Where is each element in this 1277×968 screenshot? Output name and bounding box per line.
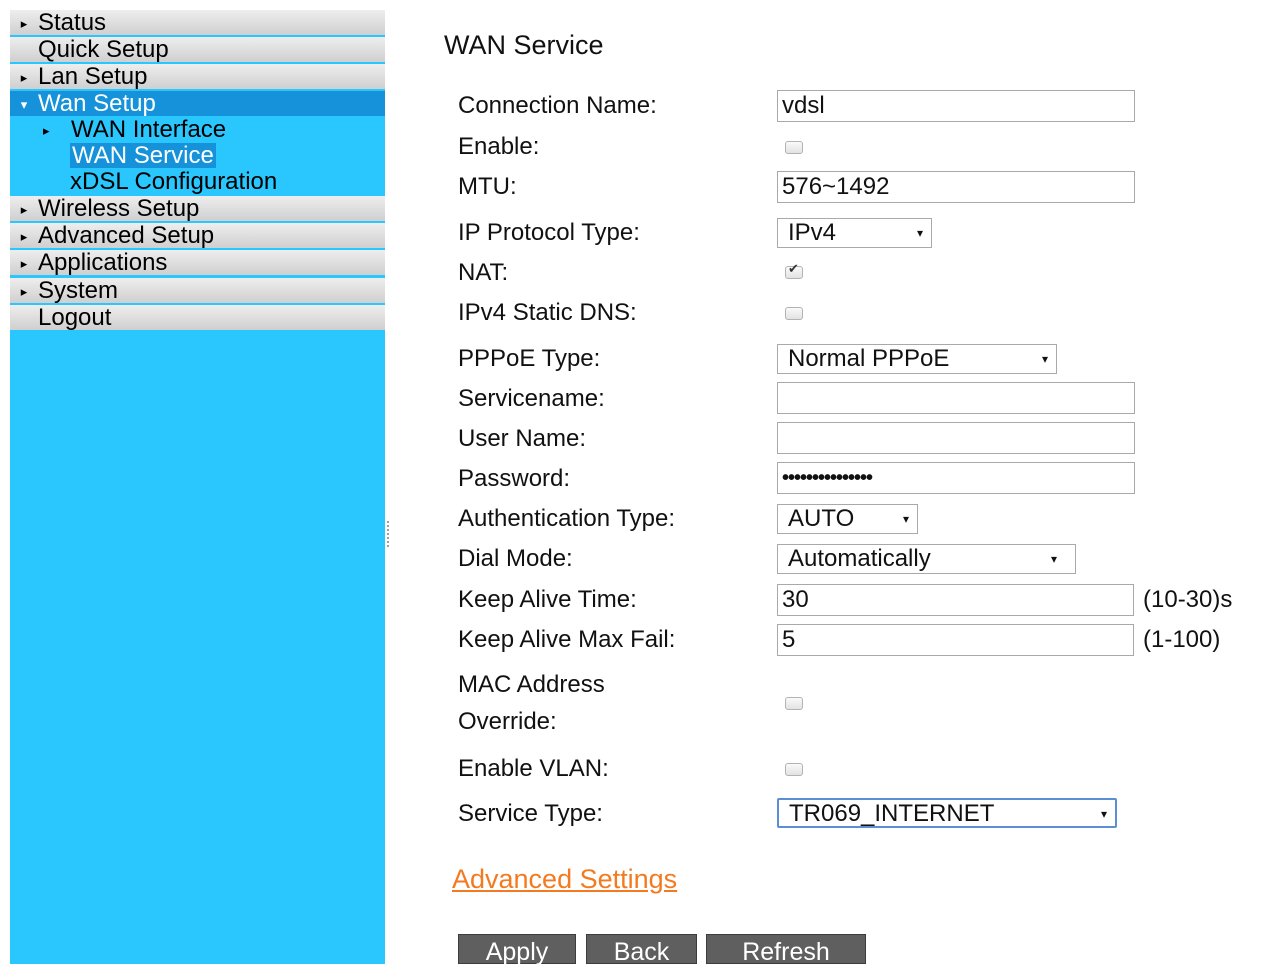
keep-alive-time-input[interactable] — [777, 584, 1134, 616]
expand-arrow-icon: ▸ — [20, 256, 28, 272]
sidebar-item-label: Lan Setup — [38, 63, 148, 90]
dropdown-caret-icon: ▾ — [1050, 552, 1057, 566]
sidebar-subitem-label: WAN Service — [72, 142, 214, 169]
ipv4-static-dns-label: IPv4 Static DNS: — [458, 299, 637, 326]
password-label: Password: — [458, 465, 571, 492]
ip-protocol-type-value: IPv4 — [788, 219, 837, 246]
dropdown-caret-icon: ▾ — [1041, 352, 1048, 366]
service-type-value: TR069_INTERNET — [789, 800, 995, 827]
dial-mode-value: Automatically — [788, 545, 931, 572]
expand-arrow-icon: ▸ — [20, 284, 28, 300]
dial-mode-select[interactable]: Automatically ▾ — [777, 544, 1076, 574]
sidebar-subitem-wan-service[interactable]: WAN Service — [70, 143, 216, 168]
dropdown-caret-icon: ▾ — [902, 512, 909, 526]
authentication-type-label: Authentication Type: — [458, 505, 676, 532]
ipv4-static-dns-checkbox[interactable] — [785, 307, 803, 320]
connection-name-input[interactable] — [777, 90, 1135, 122]
sidebar-subitem-xdsl-configuration[interactable]: xDSL Configuration — [70, 169, 277, 194]
enable-label: Enable: — [458, 133, 540, 160]
advanced-settings-link[interactable]: Advanced Settings — [452, 864, 677, 895]
nat-label: NAT: — [458, 259, 509, 286]
keep-alive-time-range: (10-30)s — [1143, 586, 1233, 613]
sidebar-item-label: System — [38, 277, 119, 304]
servicename-input[interactable] — [777, 382, 1135, 414]
keep-alive-max-fail-label: Keep Alive Max Fail: — [458, 626, 676, 653]
sidebar-item-logout[interactable]: Logout — [10, 305, 385, 330]
expand-arrow-icon: ▸ — [20, 70, 28, 86]
sidebar-item-label: Wireless Setup — [38, 195, 200, 222]
pppoe-type-select[interactable]: Normal PPPoE ▾ — [777, 344, 1057, 374]
sidebar-item-applications[interactable]: ▸ Applications — [10, 250, 385, 275]
mac-address-override-label-line2: Override: — [458, 708, 557, 735]
sidebar-item-advanced-setup[interactable]: ▸ Advanced Setup — [10, 223, 385, 248]
dropdown-caret-icon: ▾ — [916, 226, 923, 240]
sidebar-item-label: Quick Setup — [38, 36, 169, 63]
pppoe-type-label: PPPoE Type: — [458, 345, 601, 372]
sidebar-item-status[interactable]: ▸ Status — [10, 10, 385, 35]
expand-arrow-icon: ▸ — [20, 16, 28, 32]
sidebar-item-wireless-setup[interactable]: ▸ Wireless Setup — [10, 196, 385, 221]
sidebar-subitem-wan-interface[interactable]: ▸ WAN Interface — [43, 117, 226, 142]
sidebar-subitem-label: xDSL Configuration — [70, 168, 278, 195]
enable-vlan-checkbox[interactable] — [785, 763, 803, 776]
page-title: WAN Service — [444, 30, 604, 60]
expand-arrow-icon: ▸ — [43, 123, 50, 139]
authentication-type-value: AUTO — [788, 505, 855, 532]
sidebar-item-label: Status — [38, 9, 107, 36]
ip-protocol-type-label: IP Protocol Type: — [458, 219, 640, 246]
service-type-label: Service Type: — [458, 800, 603, 827]
keep-alive-max-fail-input[interactable] — [777, 624, 1134, 656]
servicename-label: Servicename: — [458, 385, 605, 412]
sidebar-item-label: Logout — [38, 304, 112, 331]
dial-mode-label: Dial Mode: — [458, 545, 573, 572]
sidebar-item-label: Applications — [38, 249, 168, 276]
expand-arrow-icon: ▸ — [20, 202, 28, 218]
enable-checkbox[interactable] — [785, 141, 803, 154]
keep-alive-time-label: Keep Alive Time: — [458, 586, 637, 613]
connection-name-label: Connection Name: — [458, 92, 657, 119]
back-button[interactable]: Back — [586, 934, 697, 966]
sidebar-subitem-label: WAN Interface — [71, 116, 227, 143]
sidebar-item-quick-setup[interactable]: Quick Setup — [10, 37, 385, 62]
mac-address-override-label-line1: MAC Address — [458, 671, 605, 698]
sidebar-nav: ▸ Status Quick Setup ▸ Lan Setup ▾ Wan Setu… — [10, 10, 385, 964]
enable-vlan-label: Enable VLAN: — [458, 755, 609, 782]
frame-resize-handle[interactable] — [386, 520, 390, 548]
pppoe-type-value: Normal PPPoE — [788, 345, 950, 372]
sidebar-item-lan-setup[interactable]: ▸ Lan Setup — [10, 64, 385, 89]
authentication-type-select[interactable]: AUTO ▾ — [777, 504, 918, 534]
mac-address-override-checkbox[interactable] — [785, 697, 803, 710]
user-name-input[interactable] — [777, 422, 1135, 454]
password-input[interactable]: ••••••••••••••• — [777, 462, 1135, 494]
keep-alive-max-fail-range: (1-100) — [1143, 626, 1221, 653]
mtu-input[interactable] — [777, 171, 1135, 203]
service-type-select[interactable]: TR069_INTERNET ▾ — [777, 798, 1117, 828]
collapse-arrow-icon: ▾ — [20, 97, 28, 113]
expand-arrow-icon: ▸ — [20, 229, 28, 245]
nat-checkbox[interactable] — [785, 261, 803, 279]
apply-button[interactable]: Apply — [458, 934, 576, 966]
dropdown-caret-icon: ▾ — [1100, 807, 1107, 821]
refresh-button[interactable]: Refresh — [706, 934, 866, 966]
user-name-label: User Name: — [458, 425, 587, 452]
ip-protocol-type-select[interactable]: IPv4 ▾ — [777, 218, 932, 248]
mtu-label: MTU: — [458, 173, 517, 200]
sidebar-item-label: Wan Setup — [38, 90, 156, 117]
sidebar-item-system[interactable]: ▸ System — [10, 278, 385, 303]
sidebar-item-wan-setup[interactable]: ▾ Wan Setup — [10, 91, 385, 116]
sidebar-item-label: Advanced Setup — [38, 222, 215, 249]
